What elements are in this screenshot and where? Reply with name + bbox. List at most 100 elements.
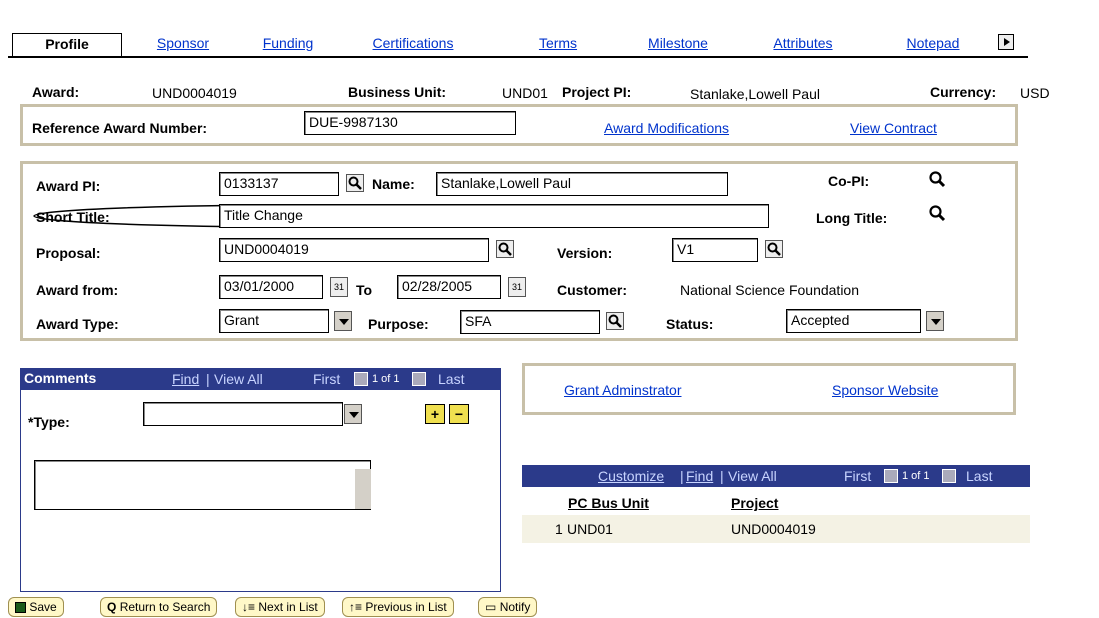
project-pi-value: Stanlake,Lowell Paul — [690, 86, 820, 102]
reference-award-label: Reference Award Number: — [32, 120, 208, 136]
table-row: 1 UND01 UND0004019 — [522, 515, 1030, 543]
long-title-lookup-icon[interactable] — [928, 204, 946, 222]
business-unit-label: Business Unit: — [348, 84, 447, 100]
award-value: UND0004019 — [152, 85, 237, 101]
tab-certifications[interactable]: Certifications — [338, 33, 488, 57]
comment-type-dropdown-icon[interactable] — [344, 404, 362, 424]
tab-terms[interactable]: Terms — [518, 33, 598, 57]
tab-milestone[interactable]: Milestone — [628, 33, 728, 57]
col-project[interactable]: Project — [731, 495, 778, 511]
to-date-input[interactable]: 02/28/2005 — [397, 275, 501, 299]
tab-scroll-right-icon[interactable] — [998, 34, 1014, 50]
award-pi-lookup-icon[interactable] — [346, 174, 364, 192]
proposal-input[interactable]: UND0004019 — [219, 238, 489, 262]
tab-funding-label: Funding — [262, 35, 314, 51]
tab-notepad-label: Notepad — [906, 35, 960, 51]
comments-find-link[interactable]: Find — [172, 371, 199, 387]
comments-title: Comments — [24, 370, 97, 386]
grant-administrator-link[interactable]: Grant Adminstrator — [564, 382, 682, 398]
notify-button[interactable]: ▭ Notify — [478, 597, 538, 617]
to-date-calendar-icon[interactable]: 31 — [508, 277, 526, 297]
tab-profile[interactable]: Profile — [12, 33, 122, 57]
tab-sponsor-label: Sponsor — [156, 35, 210, 51]
co-pi-label: Co-PI: — [828, 173, 870, 189]
purpose-input[interactable]: SFA — [460, 310, 600, 334]
version-lookup-icon[interactable] — [765, 240, 783, 258]
project-view-all[interactable]: View All — [728, 468, 777, 484]
award-from-calendar-icon[interactable]: 31 — [330, 277, 348, 297]
save-label: Save — [29, 600, 57, 614]
award-pi-label: Award PI: — [36, 178, 101, 194]
purpose-label: Purpose: — [368, 316, 429, 332]
purpose-lookup-icon[interactable] — [606, 312, 624, 330]
comments-next-icon[interactable] — [412, 372, 426, 386]
project-find-link[interactable]: Find — [686, 468, 713, 484]
customer-label: Customer: — [557, 282, 628, 298]
add-row-button[interactable]: + — [425, 404, 445, 424]
project-grid-header: Customize | Find | View All First 1 of 1… — [522, 465, 1030, 487]
return-label: Return to Search — [119, 600, 211, 614]
tab-sponsor[interactable]: Sponsor — [128, 33, 238, 57]
award-from-input[interactable]: 03/01/2000 — [219, 275, 323, 299]
award-type-dropdown-icon[interactable] — [334, 311, 352, 331]
comments-view-all[interactable]: View All — [214, 371, 263, 387]
notify-icon: ▭ — [485, 600, 497, 614]
project-prev-icon[interactable] — [884, 469, 898, 483]
project-pi-label: Project PI: — [562, 84, 632, 100]
version-input[interactable]: V1 — [672, 238, 758, 262]
next-in-list-button[interactable]: ↓≡ Next in List — [235, 597, 325, 617]
previous-in-list-button[interactable]: ↑≡ Previous in List — [342, 597, 454, 617]
save-icon — [15, 602, 26, 614]
name-input[interactable]: Stanlake,Lowell Paul — [436, 172, 728, 196]
tab-certifications-label: Certifications — [372, 35, 454, 51]
reference-award-input[interactable]: DUE-9987130 — [304, 111, 516, 135]
status-select[interactable]: Accepted — [786, 309, 921, 333]
customer-value: National Science Foundation — [680, 282, 860, 298]
next-icon: ↓≡ — [242, 600, 256, 614]
customize-link[interactable]: Customize — [598, 468, 664, 484]
tab-attributes[interactable]: Attributes — [753, 33, 853, 57]
comment-type-select[interactable] — [143, 402, 343, 426]
project-first-label: First — [844, 468, 872, 484]
return-to-search-button[interactable]: Q Return to Search — [100, 597, 218, 617]
name-label: Name: — [372, 176, 415, 192]
award-modifications-link[interactable]: Award Modifications — [604, 120, 729, 136]
co-pi-lookup-icon[interactable] — [928, 170, 946, 188]
search-icon: Q — [107, 600, 117, 614]
col-pc-bus-unit[interactable]: PC Bus Unit — [568, 495, 649, 511]
business-unit-value: UND01 — [502, 85, 548, 101]
tab-notepad[interactable]: Notepad — [883, 33, 983, 57]
tab-funding[interactable]: Funding — [243, 33, 333, 57]
to-label: To — [356, 282, 373, 298]
previous-icon: ↑≡ — [349, 600, 363, 614]
award-type-label: Award Type: — [36, 316, 119, 332]
tab-underline — [8, 56, 1028, 58]
tab-bar: Profile Sponsor Funding Certifications T… — [8, 30, 1028, 58]
next-label: Next in List — [258, 600, 318, 614]
view-contract-link[interactable]: View Contract — [850, 120, 937, 136]
project-next-icon[interactable] — [942, 469, 956, 483]
comments-last-label: Last — [438, 371, 465, 387]
award-type-select[interactable]: Grant — [219, 309, 329, 333]
award-pi-input[interactable]: 0133137 — [219, 172, 339, 196]
short-title-label: Short Title: — [36, 209, 110, 225]
award-from-label: Award from: — [36, 282, 119, 298]
project-pager: 1 of 1 — [902, 470, 930, 482]
short-title-input[interactable]: Title Change — [219, 204, 769, 228]
sponsor-website-link[interactable]: Sponsor Website — [832, 382, 938, 398]
tab-profile-label: Profile — [45, 36, 89, 52]
tab-terms-label: Terms — [538, 35, 578, 51]
comments-prev-icon[interactable] — [354, 372, 368, 386]
proposal-lookup-icon[interactable] — [496, 240, 514, 258]
save-button[interactable]: Save — [8, 597, 64, 617]
delete-row-button[interactable]: − — [449, 404, 469, 424]
status-dropdown-icon[interactable] — [926, 311, 944, 331]
comment-textarea-scrollbar[interactable] — [355, 469, 371, 509]
comment-type-label: *Type: — [28, 414, 70, 430]
currency-label: Currency: — [930, 84, 997, 100]
status-label: Status: — [666, 316, 714, 332]
currency-value: USD — [1020, 85, 1050, 101]
notify-label: Notify — [499, 600, 531, 614]
row-bus-unit: UND01 — [567, 521, 613, 537]
comment-textarea[interactable] — [34, 460, 371, 510]
